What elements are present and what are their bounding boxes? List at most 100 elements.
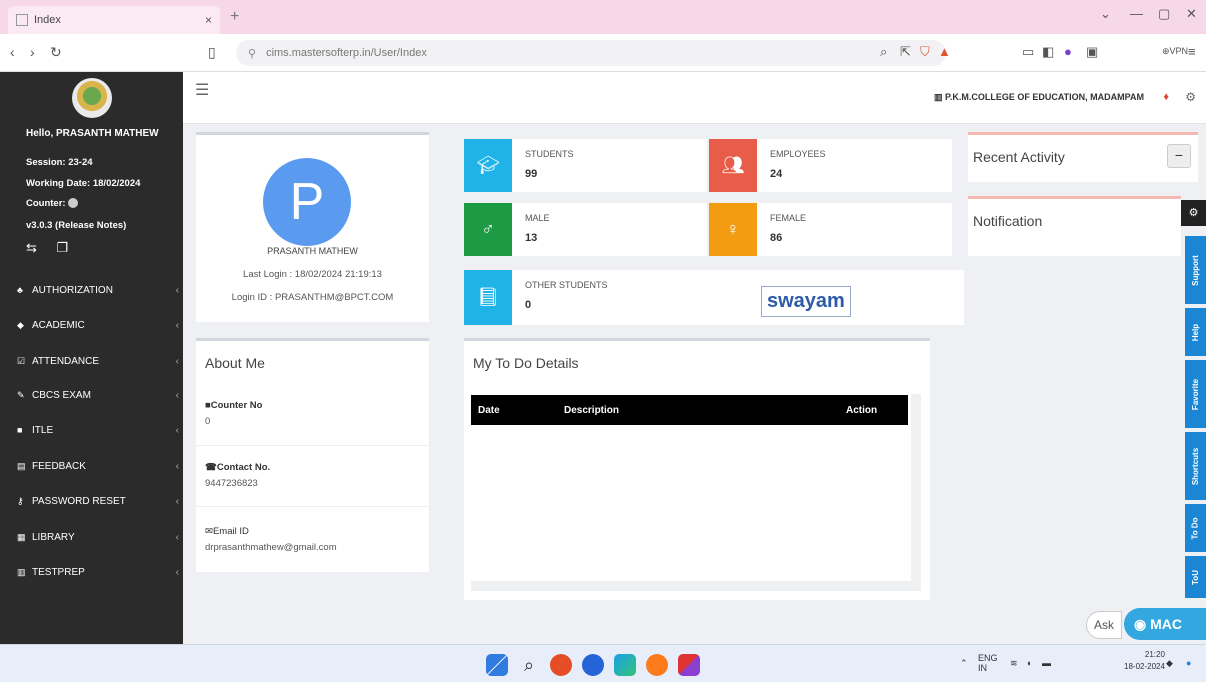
page-icon bbox=[16, 14, 28, 26]
menu-icon[interactable]: ≡ bbox=[1188, 44, 1196, 59]
browser-tab[interactable]: Index × bbox=[8, 6, 220, 34]
site-info-icon[interactable]: ⚲ bbox=[248, 47, 256, 60]
column-header-description: Description bbox=[564, 405, 620, 416]
list-icon: ▤ bbox=[17, 460, 26, 471]
language-indicator[interactable]: ENG IN bbox=[978, 653, 998, 673]
vpn-button[interactable]: ⊕VPN bbox=[1162, 46, 1188, 57]
refresh-icon[interactable]: ⇆ bbox=[26, 240, 37, 255]
sidebar-quick-icons: ⇆ ❐ bbox=[26, 240, 68, 256]
firefox-icon[interactable] bbox=[646, 654, 668, 676]
stat-label: EMPLOYEES bbox=[770, 149, 826, 159]
notification-icon[interactable]: ◆ bbox=[1166, 658, 1173, 669]
counter-no-label: ■Counter No bbox=[205, 400, 263, 411]
settings-tab-icon[interactable]: ⚙ bbox=[1181, 200, 1206, 226]
wifi-icon[interactable]: ≋ bbox=[1010, 658, 1018, 669]
counter-label: Counter: bbox=[26, 198, 66, 209]
menu-cbcs-exam[interactable]: ✎ CBCS EXAM ‹ bbox=[0, 378, 183, 412]
zoom-app-icon[interactable] bbox=[582, 654, 604, 676]
check-square-icon: ☑ bbox=[17, 355, 26, 366]
volume-icon[interactable]: ◖ bbox=[1026, 658, 1031, 668]
tab-todo[interactable]: To Do bbox=[1185, 504, 1206, 552]
tab-shortcuts[interactable]: Shortcuts bbox=[1185, 432, 1206, 500]
hamburger-menu-icon[interactable]: ☰ bbox=[195, 80, 209, 100]
back-icon[interactable]: ‹ bbox=[10, 44, 15, 60]
column-header-action: Action bbox=[846, 405, 878, 416]
institution-icon: ▥ bbox=[933, 92, 945, 102]
menu-testprep[interactable]: ▥ TESTPREP ‹ bbox=[0, 555, 183, 589]
mac-chat-button[interactable]: ◉ MAC bbox=[1124, 608, 1206, 640]
maximize-button[interactable]: ▢ bbox=[1158, 6, 1170, 22]
menu-itle[interactable]: ■ ITLE ‹ bbox=[0, 413, 183, 447]
sidebar-panel-icon[interactable]: ▭ bbox=[1022, 44, 1034, 60]
stat-male[interactable]: ♂ MALE 13 bbox=[464, 203, 707, 256]
phone-icon: ☎ bbox=[205, 462, 217, 473]
graduation-cap-icon: ◆ bbox=[17, 319, 24, 330]
browser-tab-bar: Index × + ⌄ — ▢ ✕ bbox=[0, 0, 1206, 34]
chevron-left-icon: ‹ bbox=[175, 319, 179, 331]
menu-library[interactable]: ▦ LIBRARY ‹ bbox=[0, 520, 183, 554]
stat-female[interactable]: ♀ FEMALE 86 bbox=[709, 203, 952, 256]
menu-authorization[interactable]: ♣ AUTHORIZATION ‹ bbox=[0, 273, 183, 307]
horizontal-scrollbar[interactable] bbox=[471, 581, 921, 591]
stat-value: 13 bbox=[525, 232, 538, 244]
about-me-title: About Me bbox=[205, 355, 265, 371]
vertical-scrollbar[interactable] bbox=[911, 394, 921, 590]
session-info: Session: 23-24 bbox=[26, 157, 93, 168]
search-icon[interactable]: ⌕ bbox=[518, 654, 540, 676]
url-field[interactable]: ⚲ cims.mastersofterp.in/User/Index bbox=[236, 40, 946, 66]
brave-rewards-icon[interactable]: ▲ bbox=[938, 44, 951, 59]
menu-label: ATTENDANCE bbox=[32, 355, 100, 367]
copilot-icon[interactable]: ● bbox=[1186, 658, 1191, 668]
zoom-icon[interactable]: ⌕ bbox=[880, 44, 887, 60]
tab-help[interactable]: Help bbox=[1185, 308, 1206, 356]
chevron-up-icon[interactable]: ⌃ bbox=[960, 658, 968, 669]
stat-other-students[interactable]: 📘︎ OTHER STUDENTS 0 swayam bbox=[464, 270, 964, 325]
ask-button[interactable]: Ask bbox=[1086, 611, 1122, 639]
stat-students[interactable]: 🎓︎ STUDENTS 99 bbox=[464, 139, 707, 192]
version-link[interactable]: v3.0.3 (Release Notes) bbox=[26, 220, 126, 231]
stat-value: 24 bbox=[770, 168, 783, 180]
brave-browser-icon[interactable] bbox=[550, 654, 572, 676]
wallet-icon[interactable]: ▣ bbox=[1086, 44, 1098, 60]
close-window-button[interactable]: ✕ bbox=[1186, 6, 1197, 22]
menu-academic[interactable]: ◆ ACADEMIC ‹ bbox=[0, 308, 183, 342]
edge-icon[interactable] bbox=[614, 654, 636, 676]
profile-icon[interactable]: ● bbox=[1064, 44, 1072, 59]
system-clock[interactable]: 21:20 18-02-2024 bbox=[1124, 649, 1165, 673]
url-text: cims.mastersofterp.in/User/Index bbox=[266, 47, 427, 59]
forward-icon[interactable]: › bbox=[30, 44, 35, 60]
login-id: Login ID : PRASANTHM@BPCT.COM bbox=[231, 292, 394, 303]
stat-label: STUDENTS bbox=[525, 149, 574, 159]
menu-label: LIBRARY bbox=[32, 531, 75, 543]
windows-start-icon[interactable] bbox=[486, 654, 508, 676]
tab-tou[interactable]: ToU bbox=[1185, 556, 1206, 598]
chat-bot-icon: ◉ bbox=[1134, 616, 1151, 632]
documents-icon[interactable]: ❐ bbox=[57, 240, 69, 255]
chevron-left-icon: ‹ bbox=[175, 424, 179, 436]
reload-icon[interactable]: ↻ bbox=[50, 44, 62, 61]
tab-support[interactable]: Support bbox=[1185, 236, 1206, 304]
notification-bell-icon[interactable]: ♦ bbox=[1163, 91, 1169, 103]
stat-employees[interactable]: 👥︎ EMPLOYEES 24 bbox=[709, 139, 952, 192]
share-icon[interactable]: ⇱ bbox=[900, 44, 911, 60]
battery-icon[interactable]: ▬ bbox=[1042, 658, 1051, 668]
tab-favorite[interactable]: Favorite bbox=[1185, 360, 1206, 428]
swayam-logo[interactable]: swayam bbox=[761, 286, 851, 317]
menu-feedback[interactable]: ▤ FEEDBACK ‹ bbox=[0, 449, 183, 483]
settings-icon[interactable]: ⚙ bbox=[1185, 90, 1196, 104]
new-tab-button[interactable]: + bbox=[230, 8, 239, 26]
bookmark-icon[interactable]: ▯ bbox=[208, 44, 216, 61]
chevron-down-icon[interactable]: ⌄ bbox=[1100, 6, 1111, 22]
counter-info: Counter: bbox=[26, 198, 79, 209]
extensions-icon[interactable]: ◧ bbox=[1042, 44, 1054, 60]
menu-attendance[interactable]: ☑ ATTENDANCE ‹ bbox=[0, 344, 183, 378]
tab-close-icon[interactable]: × bbox=[205, 13, 212, 27]
brave-nightly-icon[interactable] bbox=[678, 654, 700, 676]
column-header-date: Date bbox=[478, 405, 500, 416]
brave-shield-icon[interactable]: ⛉ bbox=[920, 44, 930, 60]
minimize-button[interactable]: — bbox=[1130, 6, 1143, 21]
collapse-button[interactable]: − bbox=[1167, 144, 1191, 168]
college-name: ▥ P.K.M.COLLEGE OF EDUCATION, MADAMPAM bbox=[933, 92, 1144, 102]
book-icon: ■ bbox=[17, 425, 23, 435]
menu-password-reset[interactable]: ⚷ PASSWORD RESET ‹ bbox=[0, 484, 183, 518]
